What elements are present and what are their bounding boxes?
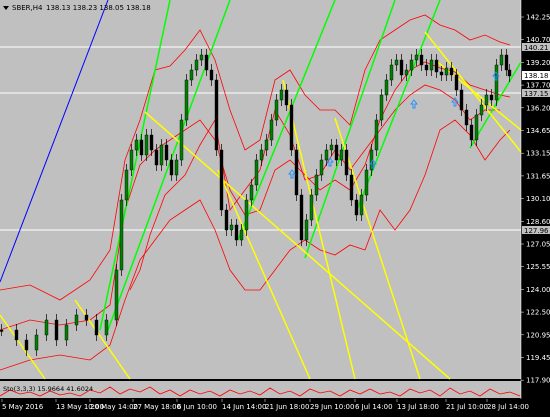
time-tick-label: 27 May 18:00 bbox=[133, 403, 181, 411]
price-candle bbox=[219, 144, 224, 216]
price-candle bbox=[494, 59, 499, 106]
price-candle bbox=[124, 164, 129, 206]
price-tick-label: 137.70 bbox=[526, 82, 550, 90]
level-b-label: 137.15 bbox=[524, 90, 549, 98]
price-tick-label: 142.25 bbox=[526, 14, 550, 22]
price-candle bbox=[119, 194, 124, 276]
price-tick-label: 136.20 bbox=[526, 104, 550, 112]
price-tick-label: 133.15 bbox=[526, 150, 550, 158]
price-candle bbox=[184, 74, 189, 126]
price-candle bbox=[294, 144, 299, 201]
time-tick-label: 6 Jun 10:00 bbox=[177, 403, 217, 411]
price-candle bbox=[179, 114, 184, 166]
current-price-label: 138.18 bbox=[524, 72, 549, 80]
time-tick-label: 21 Jun 18:00 bbox=[265, 403, 309, 411]
time-tick-label: 14 Jun 14:00 bbox=[222, 403, 266, 411]
price-tick-label: 130.10 bbox=[526, 195, 550, 203]
price-tick-label: 125.55 bbox=[526, 263, 550, 271]
price-tick-label: 124.00 bbox=[526, 286, 550, 294]
time-tick-label: 20 May 14:00 bbox=[90, 403, 138, 411]
indicator-label: Sto(3,3,3) 15.9664 41.6024 bbox=[3, 385, 93, 393]
price-tick-label: 127.05 bbox=[526, 241, 550, 249]
chart-window[interactable]: 142.25 140.70 139.20 137.70 136.20 134.65 133.… bbox=[0, 0, 550, 413]
price-candle bbox=[214, 74, 219, 156]
time-tick-label: 5 May 2016 bbox=[2, 403, 44, 411]
ohlc-values: 138.13 138.23 138.05 138.18 bbox=[46, 4, 151, 12]
price-tick-label: 134.65 bbox=[526, 127, 550, 135]
time-tick-label: 28 Jul 14:00 bbox=[487, 403, 529, 411]
level-c-label: 127.96 bbox=[524, 227, 549, 235]
price-tick-label: 139.20 bbox=[526, 59, 550, 67]
symbol-label: SBER,H4 bbox=[12, 4, 43, 12]
price-candle bbox=[244, 194, 249, 236]
price-candle bbox=[374, 114, 379, 156]
time-tick-label: 21 Jul 10:00 bbox=[446, 403, 488, 411]
price-tick-label: 122.50 bbox=[526, 309, 550, 317]
price-candle bbox=[289, 99, 294, 156]
price-tick-label: 117.90 bbox=[526, 377, 550, 385]
level-a-label: 140.21 bbox=[524, 44, 549, 52]
time-tick-label: 13 Jul 18:00 bbox=[397, 403, 439, 411]
price-candle bbox=[114, 264, 119, 326]
chart-canvas[interactable]: 142.25140.70139.20137.70136.20134.65133.… bbox=[0, 0, 550, 413]
price-candle bbox=[299, 189, 304, 246]
time-tick-label: 29 Jun 10:00 bbox=[310, 403, 354, 411]
price-tick-label: 120.95 bbox=[526, 331, 550, 339]
price-tick-label: 128.60 bbox=[526, 218, 550, 226]
price-tick-label: 119.45 bbox=[526, 354, 550, 362]
price-tick-label: 131.65 bbox=[526, 172, 550, 180]
time-tick-label: 6 Jul 14:00 bbox=[355, 403, 393, 411]
